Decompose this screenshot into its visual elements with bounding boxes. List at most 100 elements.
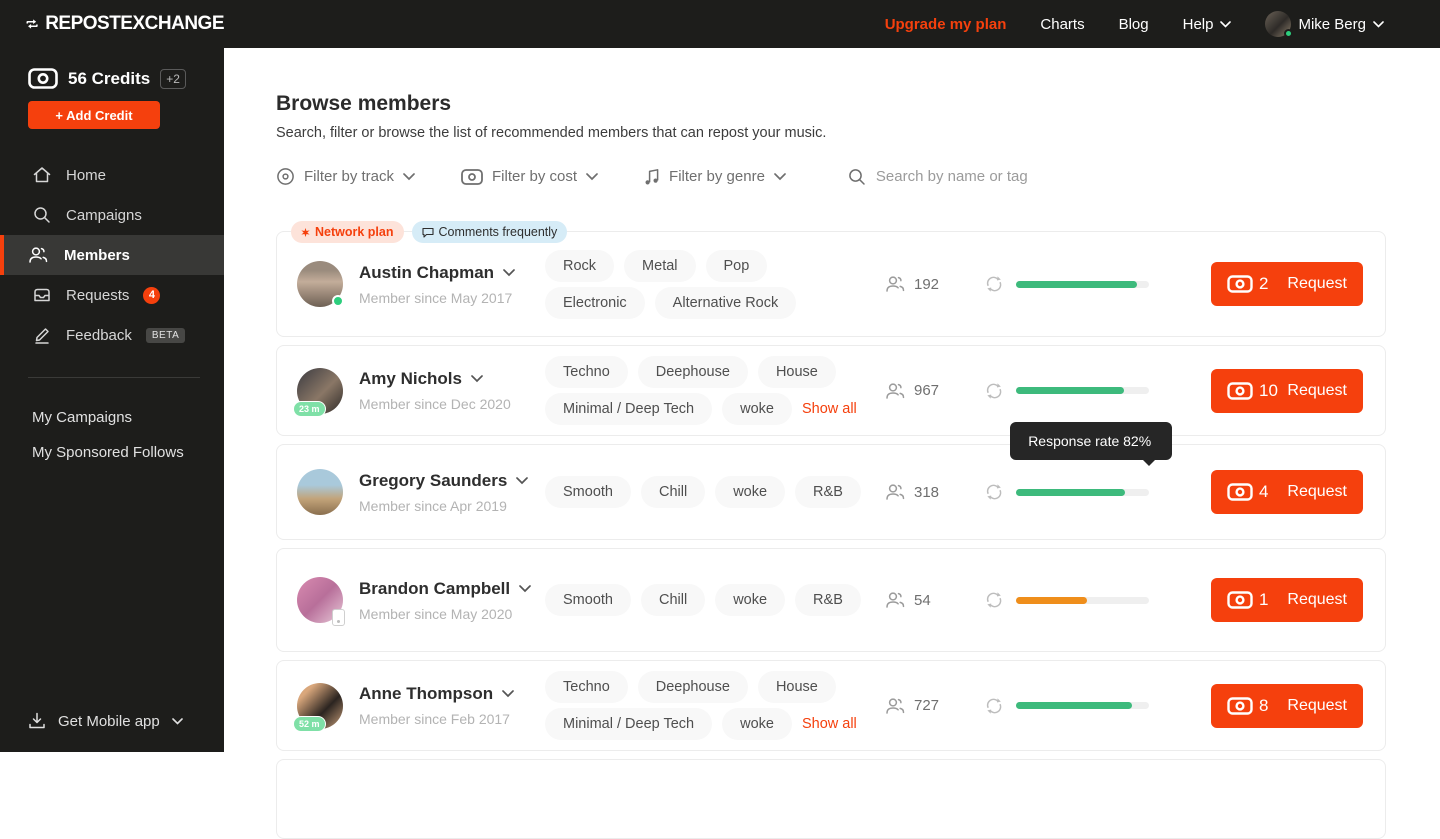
credits-count: 56 Credits: [68, 69, 150, 89]
filters-bar: Filter by track Filter by cost Filter by…: [276, 167, 1386, 186]
response-rate-bar[interactable]: Response rate 82%: [1016, 489, 1149, 496]
followers-icon: [885, 590, 907, 610]
request-button[interactable]: 4 Request: [1211, 470, 1363, 514]
user-menu[interactable]: Mike Berg: [1265, 11, 1384, 37]
genre-chip: Techno: [545, 356, 628, 388]
member-name[interactable]: Brandon Campbell: [359, 579, 545, 599]
get-mobile-app-label: Get Mobile app: [58, 713, 160, 730]
genre-chip: House: [758, 356, 836, 388]
show-all-link[interactable]: Show all: [802, 716, 857, 732]
member-since: Member since May 2020: [359, 606, 545, 622]
followers-count: 967: [885, 381, 963, 401]
star-icon: [301, 228, 310, 237]
followers-icon: [885, 482, 907, 502]
filter-by-cost[interactable]: Filter by cost: [461, 168, 598, 185]
member-name-label: Gregory Saunders: [359, 471, 507, 491]
followers-icon: [885, 381, 907, 401]
sidebar-item-members[interactable]: Members: [0, 235, 224, 275]
request-label: Request: [1287, 697, 1347, 715]
chevron-down-icon: [471, 375, 483, 383]
member-avatar[interactable]: [297, 261, 343, 307]
response-rate-bar[interactable]: [1016, 281, 1149, 288]
show-all-link[interactable]: Show all: [802, 401, 857, 417]
member-name[interactable]: Anne Thompson: [359, 684, 545, 704]
genre-chip: Chill: [641, 476, 705, 508]
filter-by-genre[interactable]: Filter by genre: [644, 168, 786, 186]
member-avatar[interactable]: 23 m: [297, 368, 343, 414]
chevron-down-icon: [1373, 21, 1384, 28]
sidebar: 56 Credits +2 + Add Credit Home Campaign…: [0, 48, 224, 752]
sidebar-item-label: Campaigns: [66, 207, 142, 224]
followers-number: 192: [914, 276, 939, 293]
comments-frequently-badge: Comments frequently: [412, 221, 568, 243]
repost-icon: [985, 482, 1003, 502]
member-avatar[interactable]: [297, 469, 343, 515]
chevron-down-icon: [774, 173, 786, 181]
genre-chip: Smooth: [545, 476, 631, 508]
request-button[interactable]: 2 Request: [1211, 262, 1363, 306]
chevron-down-icon: [519, 585, 531, 593]
request-button[interactable]: 10 Request: [1211, 369, 1363, 413]
genre-chips: Techno Deephouse House Minimal / Deep Te…: [545, 356, 885, 425]
repostexchange-logo[interactable]: REPOSTEXCHANGE: [0, 13, 224, 35]
sidebar-item-campaigns[interactable]: Campaigns: [0, 195, 224, 235]
member-name-label: Amy Nichols: [359, 369, 462, 389]
request-label: Request: [1287, 483, 1347, 501]
followers-count: 727: [885, 696, 963, 716]
response-rate-bar[interactable]: [1016, 387, 1149, 394]
response-rate-cell: [963, 381, 1149, 401]
download-icon: [28, 712, 46, 730]
followers-icon: [885, 696, 907, 716]
credit-icon: [1227, 382, 1253, 400]
sidebar-item-requests[interactable]: Requests 4: [0, 275, 224, 315]
member-name[interactable]: Gregory Saunders: [359, 471, 545, 491]
sidebar-links: My Campaigns My Sponsored Follows: [0, 400, 224, 470]
help-menu[interactable]: Help: [1183, 16, 1232, 33]
badge-label: Comments frequently: [439, 225, 558, 239]
pending-credits-badge: +2: [160, 69, 186, 89]
response-rate-cell: Response rate 82%: [963, 482, 1149, 502]
credits-summary: 56 Credits +2: [0, 48, 224, 89]
repost-icon: [985, 274, 1003, 294]
search-input[interactable]: [876, 168, 1156, 185]
response-rate-fill: [1016, 489, 1125, 496]
last-seen-badge: 23 m: [293, 401, 326, 417]
genre-chips: Rock Metal Pop Electronic Alternative Ro…: [545, 250, 885, 319]
filter-by-track[interactable]: Filter by track: [276, 167, 415, 186]
request-cost: 1: [1259, 590, 1268, 610]
response-rate-fill: [1016, 281, 1137, 288]
genre-chip: Alternative Rock: [655, 287, 797, 319]
repost-icon: [985, 696, 1003, 716]
member-since: Member since Dec 2020: [359, 396, 545, 412]
member-avatar[interactable]: 52 m: [297, 683, 343, 729]
member-name[interactable]: Austin Chapman: [359, 263, 545, 283]
member-since: Member since May 2017: [359, 290, 545, 306]
page-title: Browse members: [276, 92, 1386, 116]
sidebar-item-home[interactable]: Home: [0, 155, 224, 195]
add-credit-button[interactable]: + Add Credit: [28, 101, 160, 129]
member-avatar[interactable]: [297, 577, 343, 623]
request-button[interactable]: 1 Request: [1211, 578, 1363, 622]
inbox-icon: [32, 285, 52, 305]
sidebar-item-label: Members: [64, 247, 130, 264]
search-icon: [848, 168, 866, 186]
response-rate-bar[interactable]: [1016, 702, 1149, 709]
charts-link[interactable]: Charts: [1040, 16, 1084, 33]
request-button[interactable]: 8 Request: [1211, 684, 1363, 728]
sidebar-item-my-campaigns[interactable]: My Campaigns: [0, 400, 224, 435]
chevron-down-icon: [502, 690, 514, 698]
blog-link[interactable]: Blog: [1119, 16, 1149, 33]
sidebar-item-feedback[interactable]: Feedback BETA: [0, 315, 224, 355]
followers-number: 318: [914, 484, 939, 501]
response-rate-cell: [963, 274, 1149, 294]
upgrade-plan-link[interactable]: Upgrade my plan: [885, 16, 1007, 33]
request-cost: 8: [1259, 696, 1268, 716]
response-rate-bar[interactable]: [1016, 597, 1149, 604]
sidebar-item-my-sponsored-follows[interactable]: My Sponsored Follows: [0, 435, 224, 470]
get-mobile-app[interactable]: Get Mobile app: [28, 712, 183, 730]
user-name: Mike Berg: [1298, 16, 1366, 33]
member-name[interactable]: Amy Nichols: [359, 369, 545, 389]
magnifier-icon: [32, 205, 52, 225]
genre-chip: Smooth: [545, 584, 631, 616]
genre-chip: Metal: [624, 250, 695, 282]
